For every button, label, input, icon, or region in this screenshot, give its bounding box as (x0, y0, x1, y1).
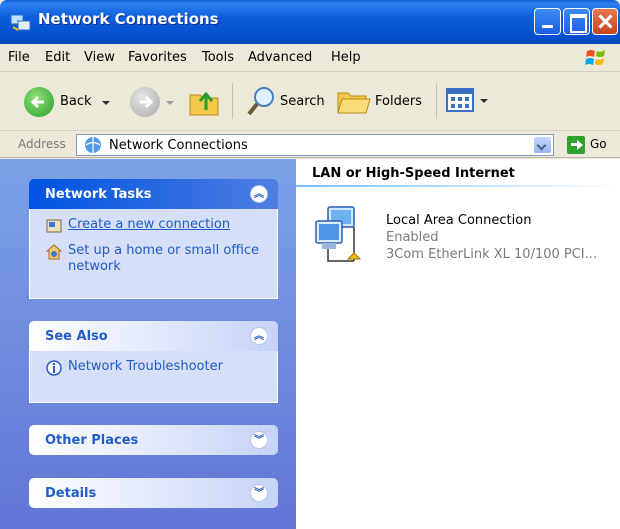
menu-edit[interactable]: Edit (45, 50, 70, 65)
home-network-label: Set up a home or small office network (68, 243, 260, 274)
other-places-header[interactable]: Other Places ︾ (29, 425, 278, 455)
connection-device: 3Com EtherLink XL 10/100 PCI... (386, 247, 598, 262)
menu-bar: File Edit View Favorites Tools Advanced … (0, 44, 620, 72)
other-places-title: Other Places (45, 433, 139, 448)
info-icon (46, 360, 62, 376)
address-dropdown-icon[interactable] (534, 137, 551, 153)
lan-connection-icon (315, 206, 362, 262)
back-arrow-icon (24, 87, 54, 117)
expand-chevron-icon[interactable]: ︾ (250, 431, 268, 449)
see-also-group: See Also ︽ Network Troubleshooter (29, 321, 278, 403)
address-bar: Address Network Connections Go (0, 131, 620, 158)
back-label: Back (60, 94, 92, 109)
home-network-link[interactable]: Set up a home or small office network (46, 243, 267, 275)
window-title: Network Connections (38, 10, 219, 28)
network-troubleshooter-link[interactable]: Network Troubleshooter (46, 359, 267, 379)
network-tasks-group: Network Tasks ︽ Create a new connection (29, 179, 278, 299)
folders-icon[interactable] (336, 85, 372, 117)
explorer-window: Network Connections File Edit View Favor… (0, 0, 620, 529)
toolbar-separator (436, 83, 437, 119)
create-connection-label: Create a new connection (68, 217, 231, 232)
collapse-chevron-icon[interactable]: ︽ (250, 327, 268, 345)
network-connections-icon (85, 137, 101, 153)
details-title: Details (45, 486, 97, 501)
task-pane: Network Tasks ︽ Create a new connection (0, 159, 296, 529)
network-tasks-title: Network Tasks (45, 187, 152, 202)
maximize-button[interactable] (563, 8, 590, 35)
connection-status: Enabled (386, 230, 439, 245)
search-button[interactable]: Search (280, 94, 325, 109)
section-header: LAN or High-Speed Internet (312, 166, 515, 181)
other-places-group: Other Places ︾ (29, 425, 278, 455)
collapse-chevron-icon[interactable]: ︽ (250, 185, 268, 203)
views-dropdown-icon[interactable] (480, 99, 488, 103)
close-button[interactable] (592, 8, 618, 35)
network-troubleshooter-label: Network Troubleshooter (68, 359, 223, 374)
folders-button[interactable]: Folders (375, 94, 422, 109)
details-header[interactable]: Details ︾ (29, 478, 278, 508)
section-divider (296, 185, 620, 187)
forward-dropdown-icon[interactable] (166, 101, 174, 105)
home-network-icon (46, 244, 62, 260)
address-input[interactable]: Network Connections (76, 134, 554, 156)
network-connections-icon (10, 14, 31, 31)
menu-file[interactable]: File (8, 50, 30, 65)
network-tasks-header[interactable]: Network Tasks ︽ (29, 179, 278, 209)
details-group: Details ︾ (29, 478, 278, 508)
menu-favorites[interactable]: Favorites (128, 50, 187, 65)
title-bar[interactable]: Network Connections (0, 0, 620, 44)
forward-arrow-icon[interactable] (130, 87, 160, 117)
menu-advanced[interactable]: Advanced (248, 50, 312, 65)
see-also-body: Network Troubleshooter (29, 351, 278, 403)
search-icon[interactable] (244, 83, 278, 119)
go-arrow-icon[interactable] (567, 136, 585, 154)
back-dropdown-icon[interactable] (102, 101, 110, 105)
see-also-header[interactable]: See Also ︽ (29, 321, 278, 351)
connection-name: Local Area Connection (386, 213, 532, 228)
expand-chevron-icon[interactable]: ︾ (250, 484, 268, 502)
standard-toolbar: Back Search Folders (0, 73, 620, 131)
toolbar-separator (232, 83, 233, 119)
menu-view[interactable]: View (84, 50, 115, 65)
create-connection-link[interactable]: Create a new connection (46, 217, 267, 237)
content-pane: LAN or High-Speed Internet Local Area Co… (296, 159, 620, 529)
network-tasks-body: Create a new connection Set up a home or… (29, 209, 278, 299)
menu-tools[interactable]: Tools (202, 50, 234, 65)
address-label: Address (18, 137, 66, 151)
menu-help[interactable]: Help (331, 50, 361, 65)
new-connection-icon (46, 219, 62, 233)
see-also-title: See Also (45, 329, 108, 344)
go-button[interactable]: Go (590, 137, 607, 151)
address-value: Network Connections (109, 138, 248, 153)
views-icon[interactable] (446, 87, 474, 113)
up-folder-icon[interactable] (186, 83, 222, 119)
windows-logo-icon (585, 50, 605, 65)
minimize-button[interactable] (534, 8, 561, 35)
